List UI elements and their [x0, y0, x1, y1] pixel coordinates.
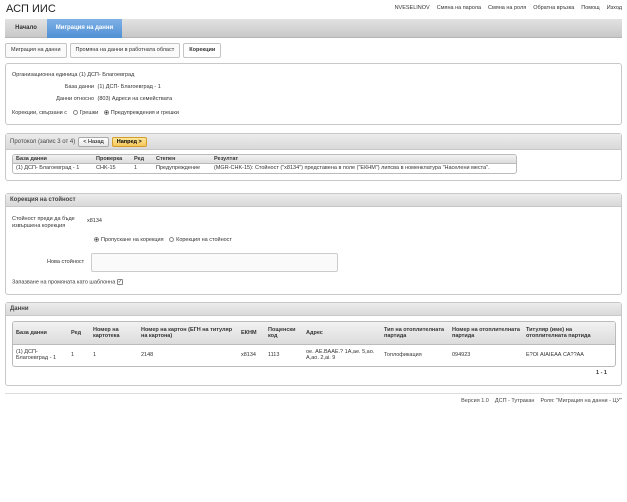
cell-postal-code: 1113: [268, 352, 280, 358]
cell-ekatte: x8134: [241, 352, 256, 358]
correction-panel: Корекция на стойност Стойност преди да б…: [5, 193, 622, 295]
top-links: NVESELINOV Смяна на парола Смяна на роля…: [395, 5, 622, 11]
save-template-row: Запазване на промяната като шаблонна ✓: [12, 279, 123, 286]
col-file-number: Номер на картотека: [90, 322, 138, 345]
radio-errors-label: Грешки: [79, 110, 99, 116]
org-label: Организационна единица: [12, 72, 78, 78]
feedback-link[interactable]: Обратна връзка: [533, 5, 574, 11]
back-button[interactable]: < Назад: [78, 136, 109, 147]
data-header-row: База данни Ред Номер на картотека Номер …: [13, 322, 615, 345]
pager-info: 1 - 1: [595, 370, 607, 376]
help-link[interactable]: Помощ: [581, 5, 599, 11]
protocol-title: Протокол (запис 3 от 4): [10, 138, 76, 145]
col-row: Ред: [131, 155, 153, 164]
col-card-number: Номер на картон (ЕГН на титуляр на карто…: [138, 322, 238, 345]
breadcrumb-migration[interactable]: Миграция на данни: [5, 43, 67, 58]
data-table: База данни Ред Номер на картотека Номер …: [12, 321, 616, 367]
footer-version: Версия 1.0: [461, 398, 489, 404]
user-link[interactable]: NVESELINOV: [395, 5, 430, 11]
protocol-table: База данни Проверка Ред Степен Резултат …: [12, 154, 517, 174]
correction-mode: Пропускане на корекция Корекция на стойн…: [90, 237, 232, 244]
db-value: (1) ДСП- Благоевград - 1: [97, 84, 161, 90]
col-row: Ред: [68, 322, 90, 345]
breadcrumb-workarea[interactable]: Промяна на данни в работната област: [69, 43, 181, 58]
change-password-link[interactable]: Смяна на парола: [437, 5, 481, 11]
db-row: База данни (1) ДСП- Благоевград - 1: [6, 84, 161, 90]
radio-warnings-errors-label: Предупреждения и грешки: [110, 110, 179, 116]
change-role-link[interactable]: Смяна на роля: [488, 5, 526, 11]
cell-database: (1) ДСП- Благоевград - 1: [16, 165, 80, 171]
cell-database: (1) ДСП- Благоевград - 1: [16, 348, 57, 362]
data-title: Данни: [6, 303, 621, 316]
db-label: База данни: [64, 84, 94, 90]
cell-file-number: 1: [93, 352, 97, 358]
footer-divider: [5, 393, 622, 394]
radio-errors[interactable]: [72, 110, 78, 116]
col-severity: Степен: [153, 155, 211, 164]
col-address: Адрес: [303, 322, 381, 345]
protocol-header: Протокол (запис 3 от 4) < Назад Напред >: [6, 134, 621, 150]
col-heating-holder: Титуляр (име) на отоплителната партида: [523, 322, 615, 345]
main-nav: Начало Миграция на данни: [5, 19, 622, 38]
radio-correct[interactable]: [169, 237, 175, 243]
col-check: Проверка: [93, 155, 131, 164]
cell-heating-holder: Е?ОІ АІАІЕАА СА??АА: [526, 352, 584, 358]
col-postal-code: Пощенски код: [265, 322, 303, 345]
footer: Версия 1.0 ДСП - Тутракан Роля: "Миграци…: [461, 398, 622, 404]
corrections-filter: Корекции, свързани с Грешки Предупрежден…: [12, 110, 179, 116]
nav-tab-migration[interactable]: Миграция на данни: [47, 19, 122, 38]
footer-org: ДСП - Тутракан: [494, 398, 535, 404]
cell-check: CHK-15: [96, 165, 116, 171]
radio-warnings-errors[interactable]: [103, 110, 109, 116]
cell-row: 1: [134, 165, 138, 171]
col-ekatte: ЕКНМ: [238, 322, 265, 345]
data-panel: Данни База данни Ред Номер на картотека …: [5, 302, 622, 386]
breadcrumb: Миграция на данни Промяна на данни в раб…: [5, 43, 224, 58]
col-database: База данни: [13, 155, 93, 164]
next-button[interactable]: Напред >: [111, 136, 147, 147]
corrections-label: Корекции, свързани с: [12, 110, 68, 116]
before-value: x8134: [87, 218, 102, 224]
radio-correct-label: Корекция на стойност: [176, 237, 232, 243]
data-about-row: Данни относно (803) Адреси на семействат…: [6, 96, 172, 102]
breadcrumb-corrections[interactable]: Корекции: [183, 43, 222, 58]
table-row[interactable]: (1) ДСП- Благоевград - 1 CHK-15 1 Предуп…: [13, 164, 516, 173]
cell-row: 1: [71, 352, 75, 358]
col-heating-number: Номер на отоплителната партида: [449, 322, 523, 345]
nav-tab-home[interactable]: Начало: [5, 19, 47, 38]
cell-heating-type: Топлофикация: [384, 352, 422, 358]
protocol-panel: Протокол (запис 3 от 4) < Назад Напред >…: [5, 133, 622, 181]
col-result: Резултат: [211, 155, 516, 164]
before-label: Стойност преди да бъде извършена корекци…: [12, 216, 75, 229]
save-template-label: Запазване на промяната като шаблонна: [12, 279, 116, 286]
footer-role: Роля: "Миграция на данни - ЦУ": [540, 398, 622, 404]
new-value-label: Нова стойност: [47, 259, 85, 265]
correction-title: Корекция на стойност: [6, 194, 621, 207]
org-value: (1) ДСП- Благоевград: [78, 72, 135, 78]
app-title: АСП ИИС: [6, 3, 56, 15]
protocol-header-row: База данни Проверка Ред Степен Резултат: [13, 155, 516, 164]
info-panel: Организационна единица (1) ДСП- Благоевг…: [5, 63, 622, 125]
cell-heating-number: 094923: [452, 352, 471, 358]
cell-address: ое. АЕ.ВААЕ.? 1А,ае. 5,ао. А,ао. 2,аі. 9: [306, 348, 375, 362]
logout-link[interactable]: Изход: [607, 5, 622, 11]
radio-skip-label: Пропускане на корекция: [101, 237, 164, 243]
table-row[interactable]: (1) ДСП- Благоевград - 1 1 1 2148 x8134 …: [13, 344, 615, 366]
data-about-label: Данни относно: [56, 96, 94, 102]
col-database: База данни: [13, 322, 68, 345]
save-template-checkbox[interactable]: ✓: [116, 279, 123, 285]
cell-result: (MGR-CHK-15): Стойност ("x8134") предста…: [214, 165, 490, 171]
new-value-field[interactable]: [91, 253, 338, 272]
org-row: Организационна единица (1) ДСП- Благоевг…: [12, 72, 134, 78]
cell-card-number: 2148: [141, 352, 154, 358]
col-heating-type: Тип на отоплителната партида: [381, 322, 449, 345]
radio-skip[interactable]: [94, 237, 99, 243]
data-about-value: (803) Адреси на семействата: [97, 96, 173, 102]
cell-severity: Предупреждение: [156, 165, 201, 171]
